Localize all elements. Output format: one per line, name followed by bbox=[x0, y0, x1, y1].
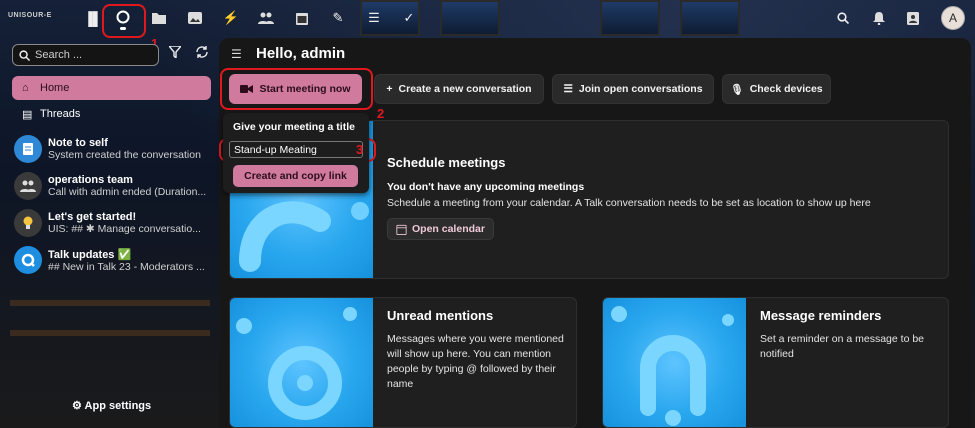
mentions-illustration bbox=[230, 298, 373, 427]
deck-icon[interactable]: ☰ bbox=[361, 6, 387, 30]
conversation-name: Talk updates ✅ bbox=[48, 248, 132, 261]
annotation-number-3: 3 bbox=[356, 142, 364, 157]
join-open-conversations-button[interactable]: ☰ Join open conversations bbox=[552, 74, 714, 104]
search-icon bbox=[19, 49, 30, 61]
popup-title: Give your meeting a title bbox=[233, 121, 355, 133]
search-icon[interactable] bbox=[830, 6, 856, 30]
photos-icon[interactable] bbox=[182, 6, 208, 30]
logo: UNISOUR-E bbox=[8, 12, 52, 19]
sidebar-item-label: Home bbox=[40, 82, 70, 94]
conversation-last-message: Call with admin ended (Duration... bbox=[48, 186, 207, 198]
search-input[interactable] bbox=[35, 49, 145, 61]
card-body: Messages where you were mentioned will s… bbox=[387, 333, 564, 390]
create-conversation-label: Create a new conversation bbox=[398, 83, 532, 95]
card-title: Schedule meetings bbox=[387, 155, 506, 170]
list-icon: ☰ bbox=[563, 83, 573, 95]
card-title: Unread mentions bbox=[387, 308, 494, 323]
check-devices-label: Check devices bbox=[749, 83, 823, 95]
card-subtitle: You don't have any upcoming meetings bbox=[387, 181, 585, 193]
page-title: Hello, admin bbox=[256, 45, 346, 62]
unread-mentions-card: Unread mentions Messages where you were … bbox=[229, 297, 577, 428]
annotation-ring-1 bbox=[102, 4, 146, 38]
new-conversation-icon[interactable] bbox=[195, 46, 209, 61]
conversation-note-to-self[interactable]: Note to self System created the conversa… bbox=[14, 132, 214, 166]
files-icon[interactable] bbox=[146, 6, 172, 30]
conversation-name: operations team bbox=[48, 174, 133, 186]
tasks-icon[interactable]: ✓ bbox=[396, 6, 422, 30]
open-calendar-button[interactable]: Open calendar bbox=[387, 218, 494, 240]
note-icon bbox=[14, 135, 42, 163]
sidebar-item-home[interactable]: ⌂ Home bbox=[12, 76, 211, 100]
conversation-last-message: UIS: ## ✱ Manage conversatio... bbox=[48, 223, 201, 235]
calendar-icon bbox=[396, 224, 407, 235]
app-settings-button[interactable]: ⚙ App settings bbox=[72, 399, 151, 412]
check-devices-button[interactable]: 🎙 Check devices bbox=[722, 74, 831, 104]
calendar-icon[interactable] bbox=[289, 6, 315, 30]
lightbulb-icon bbox=[14, 209, 42, 237]
sidebar-item-label: Threads bbox=[40, 108, 81, 120]
home-icon: ⌂ bbox=[22, 82, 29, 94]
conversation-name: Note to self bbox=[48, 137, 108, 149]
conversation-lets-get-started[interactable]: Let's get started! UIS: ## ✱ Manage conv… bbox=[14, 206, 214, 240]
microphone-icon: 🎙 bbox=[730, 83, 744, 96]
card-title: Message reminders bbox=[760, 308, 882, 323]
user-avatar[interactable]: A bbox=[941, 6, 965, 30]
sidebar-item-threads[interactable]: ▤ Threads bbox=[12, 102, 211, 126]
gear-icon: ⚙ bbox=[72, 400, 82, 412]
filter-icon[interactable] bbox=[167, 45, 183, 61]
annotation-number-2: 2 bbox=[377, 106, 385, 121]
menu-toggle-icon[interactable]: ☰ bbox=[231, 47, 242, 61]
notifications-icon[interactable] bbox=[866, 6, 892, 30]
card-body: Set a reminder on a message to be notifi… bbox=[760, 333, 925, 360]
meeting-title-input[interactable] bbox=[229, 141, 363, 158]
create-conversation-button[interactable]: + Create a new conversation bbox=[374, 74, 544, 104]
conversation-talk-updates[interactable]: Talk updates ✅ ## New in Talk 23 - Moder… bbox=[14, 243, 214, 277]
card-body: Schedule a meeting from your calendar. A… bbox=[387, 197, 871, 209]
threads-icon: ▤ bbox=[22, 108, 33, 121]
conversation-last-message: System created the conversation bbox=[48, 149, 201, 161]
create-and-copy-link-button[interactable]: Create and copy link bbox=[233, 165, 358, 187]
activity-icon[interactable]: ⚡ bbox=[218, 6, 244, 30]
contacts-icon[interactable] bbox=[253, 6, 279, 30]
conversation-last-message: ## New in Talk 23 - Moderators ... bbox=[48, 260, 205, 273]
group-icon bbox=[14, 172, 42, 200]
reminders-illustration bbox=[603, 298, 746, 427]
sidebar: ⌂ Home ▤ Threads Note to self System cre… bbox=[0, 36, 216, 428]
message-reminders-card: Message reminders Set a reminder on a me… bbox=[602, 297, 949, 428]
notes-icon[interactable]: ✎ bbox=[325, 6, 351, 30]
search-field[interactable] bbox=[12, 44, 159, 66]
annotation-ring-2 bbox=[220, 68, 373, 110]
conversation-name: Let's get started! bbox=[48, 211, 137, 223]
conversation-operations-team[interactable]: operations team Call with admin ended (D… bbox=[14, 169, 214, 203]
open-calendar-label: Open calendar bbox=[412, 223, 485, 235]
meeting-title-popup: Give your meeting a title Create and cop… bbox=[223, 113, 369, 193]
app-settings-label: App settings bbox=[84, 400, 152, 412]
top-bar: UNISOUR-E ▐▌ ⚡ ✎ ☰ ✓ A bbox=[0, 0, 975, 36]
plus-icon: + bbox=[386, 83, 393, 95]
talk-logo-icon bbox=[14, 246, 42, 274]
contacts-menu-icon[interactable] bbox=[900, 6, 926, 30]
join-open-label: Join open conversations bbox=[578, 83, 703, 95]
